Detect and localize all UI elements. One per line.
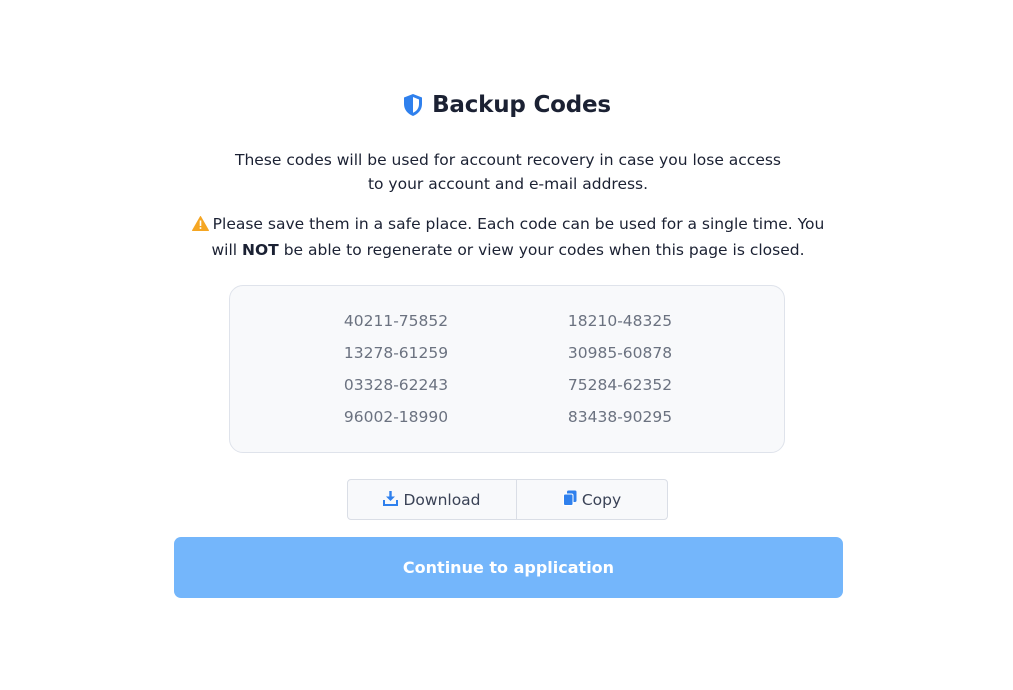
backup-code: 18210-48325 xyxy=(567,312,673,330)
backup-code: 75284-62352 xyxy=(567,376,673,394)
warning-icon xyxy=(191,214,209,238)
download-label: Download xyxy=(403,490,481,509)
backup-codes-box: 40211-75852 18210-48325 13278-61259 3098… xyxy=(229,285,785,453)
backup-code: 13278-61259 xyxy=(343,344,449,362)
page-header: Backup Codes xyxy=(0,92,1013,118)
copy-button[interactable]: Copy xyxy=(516,479,668,520)
copy-label: Copy xyxy=(581,490,622,509)
backup-code: 96002-18990 xyxy=(343,408,449,426)
download-icon xyxy=(383,490,399,510)
warning-line-1: Please save them in a safe place. Each c… xyxy=(212,215,825,233)
backup-code: 03328-62243 xyxy=(343,376,449,394)
shield-icon xyxy=(402,93,424,117)
warning-text-will: will xyxy=(211,241,238,259)
page-title: Backup Codes xyxy=(432,92,611,118)
backup-code: 30985-60878 xyxy=(567,344,673,362)
continue-button[interactable]: Continue to application xyxy=(174,537,843,598)
warning-text: Please save them in a safe place. Each c… xyxy=(168,212,848,262)
description-text: These codes will be used for account rec… xyxy=(206,148,810,196)
description-line-2: to your account and e-mail address. xyxy=(367,175,649,193)
backup-code: 40211-75852 xyxy=(343,312,449,330)
code-actions: Download Copy xyxy=(347,479,668,520)
warning-emphasis: NOT xyxy=(242,241,279,259)
download-button[interactable]: Download xyxy=(347,479,517,520)
backup-code: 83438-90295 xyxy=(567,408,673,426)
copy-icon xyxy=(562,490,577,510)
description-line-1: These codes will be used for account rec… xyxy=(234,151,782,169)
backup-codes-page: Backup Codes These codes will be used fo… xyxy=(0,0,1013,690)
warning-text-rest: be able to regenerate or view your codes… xyxy=(283,241,805,259)
